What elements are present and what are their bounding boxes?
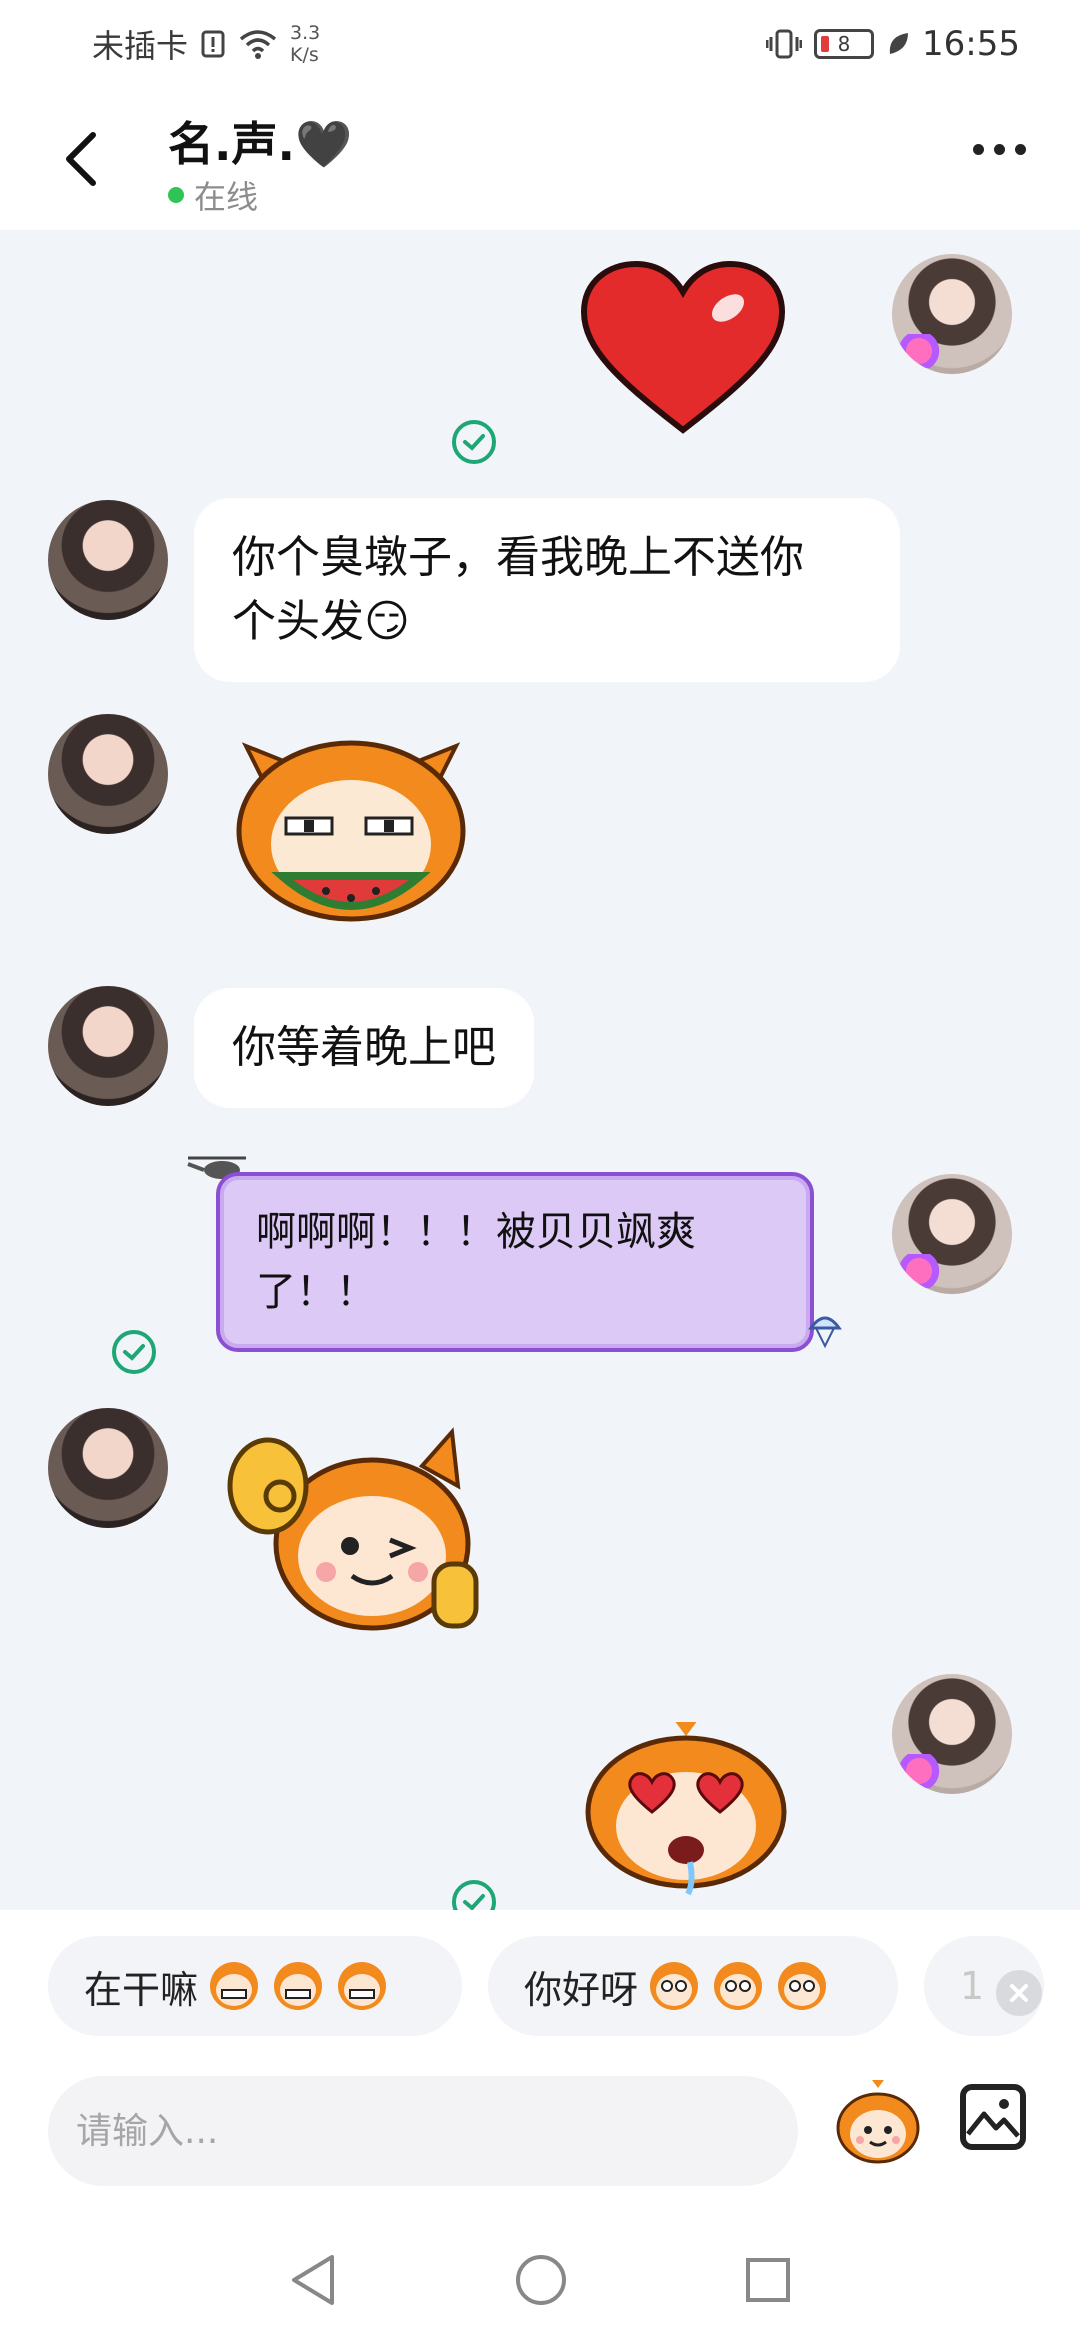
message-text-line: 了！！ (256, 1269, 376, 1315)
close-icon (1010, 1984, 1028, 2002)
read-check-icon (452, 420, 496, 464)
message-text-line: 你个臭墩子，看我晚上不送你 (232, 532, 804, 583)
status-bar: 未插卡 3.3 K/s 8 16:55 (0, 0, 1080, 88)
monkey-grin-icon (274, 1962, 323, 2010)
message-bubble[interactable]: 你等着晚上吧 (194, 988, 534, 1108)
vibrate-icon (766, 29, 803, 59)
contact-avatar[interactable] (48, 986, 168, 1106)
system-nav-bar (0, 2220, 1080, 2340)
circle-home-icon[interactable] (514, 2253, 568, 2307)
parachute-decoration-icon (808, 1316, 842, 1349)
status-right: 8 16:55 (766, 24, 1020, 64)
chat-header: 名.声.🖤 在线 (0, 88, 1080, 230)
more-button[interactable] (973, 144, 1026, 155)
my-avatar[interactable] (892, 1174, 1012, 1294)
square-recents-icon[interactable] (744, 2256, 792, 2304)
my-avatar[interactable] (892, 1674, 1012, 1794)
quick-reply-bar: 在干嘛 你好呀 1 (0, 1910, 1080, 2060)
contact-avatar[interactable] (48, 500, 168, 620)
more-dot (973, 144, 984, 155)
leaf-icon (889, 33, 909, 54)
message-bubble-purple[interactable]: 啊啊啊！！！被贝贝飒爽 了！！ (216, 1172, 814, 1352)
my-avatar[interactable] (892, 254, 1012, 374)
carrier-text: 未插卡 (92, 27, 189, 65)
monkey-heart-eyes-sticker[interactable] (582, 1722, 790, 1898)
avatar-decoration (896, 1254, 942, 1288)
chat-messages[interactable]: 你个臭墩子，看我晚上不送你 个头发😏 你等着晚上吧 啊啊啊！！！被贝贝飒爽 了！… (0, 230, 1080, 1910)
online-dot (168, 187, 184, 203)
close-quick-replies-button[interactable] (996, 1970, 1042, 2016)
monkey-sticker-icon[interactable] (832, 2078, 924, 2170)
net-speed-unit: K/s (290, 44, 319, 66)
monkey-shocked-icon (714, 1962, 763, 2010)
net-speed: 3.3 K/s (290, 22, 320, 66)
monkey-wink-sticker[interactable] (222, 1426, 484, 1640)
battery-level: 8 (837, 32, 851, 56)
triangle-back-icon[interactable] (288, 2253, 338, 2307)
avatar-decoration (896, 1754, 942, 1788)
message-input[interactable] (48, 2076, 798, 2186)
back-button[interactable] (56, 124, 106, 194)
battery-icon: 8 (814, 29, 875, 59)
read-check-icon (452, 1880, 496, 1910)
online-status-text: 在线 (194, 178, 259, 216)
monkey-grin-icon (210, 1962, 259, 2010)
contact-name[interactable]: 名.声.🖤 (168, 108, 352, 174)
clock: 16:55 (922, 24, 1020, 64)
message-text-line: 个头发😏 (232, 596, 410, 647)
online-status: 在线 (168, 172, 258, 218)
message-text-line: 啊啊啊！！！被贝贝飒爽 (256, 1209, 696, 1255)
status-left: 未插卡 3.3 K/s (92, 21, 320, 67)
monkey-grin-icon (338, 1962, 387, 2010)
monkey-shocked-icon (778, 1962, 827, 2010)
quick-reply-chip[interactable]: 你好呀 (488, 1936, 898, 2036)
contact-avatar[interactable] (48, 714, 168, 834)
message-text: 你等着晚上吧 (232, 1022, 496, 1073)
quick-reply-chip[interactable]: 在干嘛 (48, 1936, 462, 2036)
contact-avatar[interactable] (48, 1408, 168, 1528)
red-heart-sticker[interactable] (578, 260, 788, 440)
wifi-icon (239, 30, 277, 59)
quick-reply-label: 1 (960, 1964, 985, 2008)
avatar-decoration (896, 334, 942, 368)
image-button[interactable] (960, 2084, 1026, 2150)
more-dot (994, 144, 1005, 155)
read-check-icon (112, 1330, 156, 1374)
quick-reply-label: 你好呀 (524, 1967, 639, 2012)
more-dot (1015, 144, 1026, 155)
monkey-watermelon-sticker[interactable] (226, 726, 476, 936)
quick-reply-label: 在干嘛 (84, 1967, 199, 2012)
chevron-left-icon (66, 132, 96, 186)
net-speed-value: 3.3 (290, 22, 321, 44)
message-bubble[interactable]: 你个臭墩子，看我晚上不送你 个头发😏 (194, 498, 900, 682)
image-icon (966, 2099, 1020, 2138)
sim-alert-icon (201, 30, 225, 58)
input-bar (0, 2060, 1080, 2220)
monkey-shocked-icon (650, 1962, 699, 2010)
